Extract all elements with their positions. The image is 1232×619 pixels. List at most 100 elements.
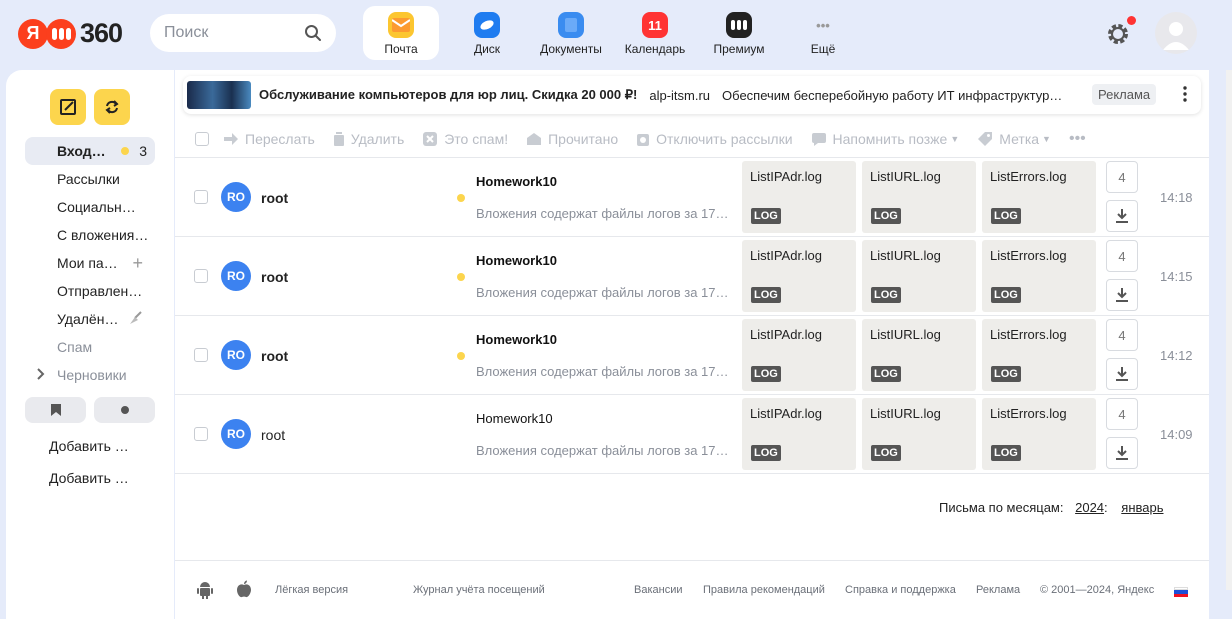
attachment-card[interactable]: ListIURL.log LOG — [862, 319, 976, 391]
attachments-count-button[interactable]: 4 — [1106, 398, 1138, 430]
folder-my-folders[interactable]: Мои па… + — [25, 249, 155, 277]
message-row[interactable]: RO root Homework10 Вложения содержат фай… — [175, 395, 1209, 473]
message-checkbox[interactable] — [194, 348, 208, 362]
folder-trash[interactable]: Удалён… — [25, 305, 155, 333]
compose-button[interactable] — [50, 89, 86, 125]
attachment-card[interactable]: ListIPAdr.log LOG — [742, 319, 856, 391]
message-checkbox[interactable] — [194, 190, 208, 204]
attachment-card[interactable]: ListErrors.log LOG — [982, 161, 1096, 233]
message-snippet[interactable]: Вложения содержат файлы логов за 17… — [476, 206, 732, 221]
sender-name[interactable]: root — [261, 348, 288, 364]
attachments-count-button[interactable]: 4 — [1106, 240, 1138, 272]
app-calendar[interactable]: 11 Календарь — [613, 6, 697, 60]
light-version-link[interactable]: Лёгкая версия — [275, 584, 348, 596]
attachment-card[interactable]: ListIPAdr.log LOG — [742, 240, 856, 312]
app-documents[interactable]: Документы — [529, 6, 613, 60]
apple-icon[interactable] — [236, 580, 252, 601]
sender-avatar[interactable]: RO — [221, 182, 251, 212]
app-mail[interactable]: Почта — [363, 6, 439, 60]
unsubscribe-button[interactable]: Отключить рассылки — [636, 131, 793, 147]
message-row[interactable]: RO root Homework10 Вложения содержат фай… — [175, 316, 1209, 394]
recommendation-rules-link[interactable]: Правила рекомендаций — [703, 584, 825, 596]
settings-button[interactable] — [1104, 16, 1136, 48]
sender-name[interactable]: root — [261, 190, 288, 206]
unread-filter-button[interactable] — [94, 397, 155, 423]
attachment-card[interactable]: ListIURL.log LOG — [862, 398, 976, 470]
attachment-card[interactable]: ListErrors.log LOG — [982, 319, 1096, 391]
ad-banner[interactable]: Обслуживание компьютеров для юр лиц. Ски… — [183, 76, 1201, 114]
remind-later-button[interactable]: Напомнить позже ▼ — [811, 131, 959, 147]
message-subject[interactable]: Homework10 — [476, 174, 557, 189]
select-all-checkbox[interactable] — [195, 132, 209, 146]
message-row[interactable]: RO root Homework10 Вложения содержат фай… — [175, 158, 1209, 236]
attachment-card[interactable]: ListIURL.log LOG — [862, 240, 976, 312]
attachments-count-button[interactable]: 4 — [1106, 319, 1138, 351]
android-icon[interactable] — [197, 581, 213, 602]
folder-spam[interactable]: Спам — [25, 333, 155, 361]
unread-dot[interactable] — [457, 194, 465, 202]
add-mailbox-link[interactable]: Добавить … — [49, 438, 129, 454]
jobs-link[interactable]: Вакансии — [634, 584, 683, 596]
mark-read-button[interactable]: Прочитано — [526, 131, 618, 147]
message-row[interactable]: RO root Homework10 Вложения содержат фай… — [175, 237, 1209, 315]
unread-dot[interactable] — [457, 352, 465, 360]
download-all-button[interactable] — [1106, 279, 1138, 311]
app-more[interactable]: ••• Ещё — [781, 6, 865, 60]
broom-icon[interactable] — [127, 310, 143, 329]
forward-button[interactable]: Переслать — [223, 131, 315, 147]
folder-sent[interactable]: Отправлен… — [25, 277, 155, 305]
app-premium[interactable]: Премиум — [697, 6, 781, 60]
download-all-button[interactable] — [1106, 358, 1138, 390]
more-actions-button[interactable]: ••• — [1069, 130, 1086, 148]
app-disk[interactable]: Диск — [445, 6, 529, 60]
russian-flag-icon[interactable] — [1174, 587, 1188, 597]
message-snippet[interactable]: Вложения содержат файлы логов за 17… — [476, 443, 732, 458]
yandex-360-logo[interactable]: Я 360 — [18, 18, 123, 49]
label-button[interactable]: Метка ▼ — [977, 131, 1051, 147]
add-mailbox-link[interactable]: Добавить … — [49, 470, 129, 486]
attachment-card[interactable]: ListIPAdr.log LOG — [742, 398, 856, 470]
plus-icon[interactable]: + — [132, 253, 143, 274]
download-all-button[interactable] — [1106, 437, 1138, 469]
message-checkbox[interactable] — [194, 427, 208, 441]
bookmark-filter-button[interactable] — [25, 397, 86, 423]
sender-avatar[interactable]: RO — [221, 340, 251, 370]
spam-button[interactable]: Это спам! — [422, 131, 508, 147]
search-input[interactable] — [164, 24, 294, 42]
folder-newsletters[interactable]: Рассылки — [25, 165, 155, 193]
attachment-card[interactable]: ListIPAdr.log LOG — [742, 161, 856, 233]
search-box[interactable] — [150, 14, 336, 52]
delete-button[interactable]: Удалить — [333, 131, 404, 147]
sender-name[interactable]: root — [261, 269, 288, 285]
user-avatar[interactable] — [1155, 12, 1197, 54]
attachment-card[interactable]: ListErrors.log LOG — [982, 240, 1096, 312]
refresh-button[interactable] — [94, 89, 130, 125]
message-subject[interactable]: Homework10 — [476, 411, 553, 426]
help-link[interactable]: Справка и поддержка — [845, 584, 956, 596]
sender-name[interactable]: root — [261, 427, 285, 443]
ad-more-icon[interactable] — [1183, 86, 1187, 105]
attachments-count-button[interactable]: 4 — [1106, 161, 1138, 193]
message-snippet[interactable]: Вложения содержат файлы логов за 17… — [476, 364, 732, 379]
year-link[interactable]: 2024 — [1075, 500, 1104, 515]
sender-avatar[interactable]: RO — [221, 419, 251, 449]
folder-inbox[interactable]: Вход… 3 — [25, 137, 155, 165]
scrollbar[interactable] — [1226, 70, 1232, 590]
attachment-card[interactable]: ListIURL.log LOG — [862, 161, 976, 233]
attachment-card[interactable]: ListErrors.log LOG — [982, 398, 1096, 470]
message-checkbox[interactable] — [194, 269, 208, 283]
message-snippet[interactable]: Вложения содержат файлы логов за 17… — [476, 285, 732, 300]
folder-drafts[interactable]: Черновики — [25, 361, 155, 389]
message-subject[interactable]: Homework10 — [476, 253, 557, 268]
ads-link[interactable]: Реклама — [976, 584, 1020, 596]
unread-dot[interactable] — [457, 273, 465, 281]
sender-avatar[interactable]: RO — [221, 261, 251, 291]
month-link[interactable]: январь — [1121, 500, 1163, 515]
message-subject[interactable]: Homework10 — [476, 332, 557, 347]
search-icon[interactable] — [304, 24, 322, 47]
download-all-button[interactable] — [1106, 200, 1138, 232]
folder-social[interactable]: Социальн… — [25, 193, 155, 221]
chevron-right-icon[interactable] — [36, 367, 46, 384]
visits-journal-link[interactable]: Журнал учёта посещений — [413, 584, 545, 596]
folder-attachments[interactable]: С вложения… — [25, 221, 155, 249]
